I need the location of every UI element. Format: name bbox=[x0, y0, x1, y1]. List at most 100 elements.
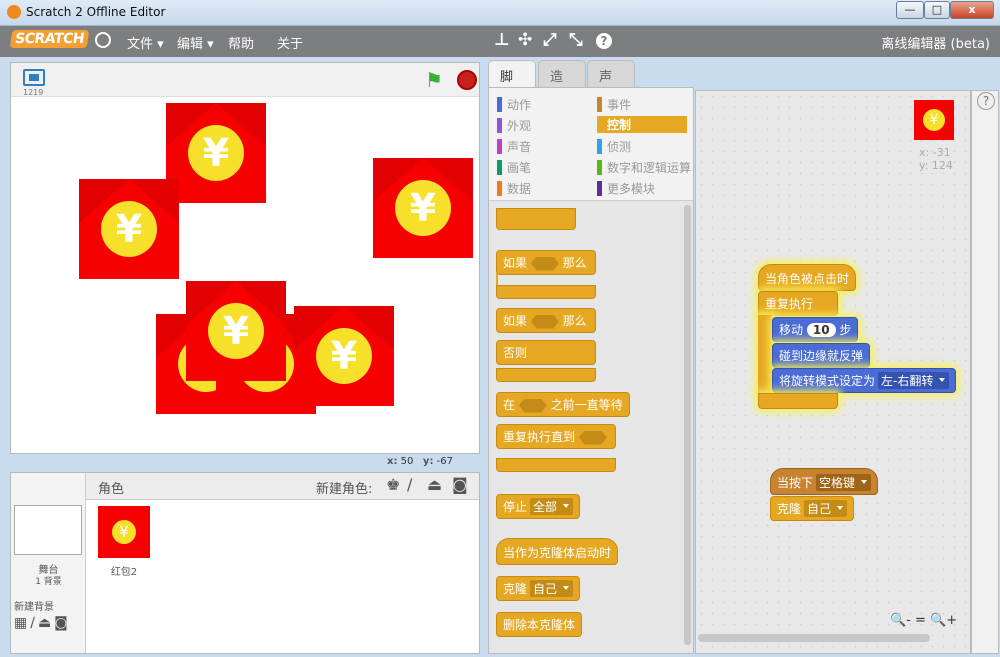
sprite-header-label: 角色 bbox=[98, 482, 125, 497]
minimize-button[interactable]: — bbox=[896, 1, 924, 19]
category-more-blocks[interactable]: 更多模块 bbox=[597, 180, 655, 197]
bounce-on-edge-block[interactable]: 碰到边缘就反弹 bbox=[772, 343, 871, 368]
yuan-coin-icon: ¥ bbox=[208, 303, 264, 359]
zoom-in-icon[interactable]: 🔍+ bbox=[930, 613, 957, 628]
sprite-header: 角色 新建角色: ♚ ∕ ⏏ ◙ bbox=[86, 473, 479, 500]
sprite-library-icon[interactable]: ♚ bbox=[386, 475, 400, 494]
stop-block[interactable]: 停止 全部 bbox=[496, 494, 581, 519]
category-list: 动作 外观 声音 画笔 数据 事件 控制 侦测 数字和逻辑运算 更多模块 bbox=[489, 88, 693, 201]
when-key-pressed-block[interactable]: 当按下 空格键 bbox=[770, 468, 879, 495]
tips-column bbox=[971, 90, 999, 654]
category-sound[interactable]: 声音 bbox=[497, 138, 531, 155]
clone-block[interactable]: 克隆 自己 bbox=[496, 576, 581, 601]
repeat-until-block-bottom[interactable] bbox=[496, 458, 616, 472]
close-button[interactable]: x bbox=[950, 1, 994, 19]
sprite-panel: 舞台 1 背景 新建背景 ▦∕⏏◙ 角色 新建角色: ♚ ∕ ⏏ ◙ ¥ 红包2 bbox=[10, 472, 480, 654]
category-operators[interactable]: 数字和逻辑运算 bbox=[597, 159, 691, 176]
sprite-name: 红包2 bbox=[110, 567, 138, 578]
set-rotation-style-block[interactable]: 将旋转模式设定为 左-右翻转 bbox=[772, 368, 957, 393]
title-bar: Scratch 2 Offline Editor — □ x bbox=[0, 0, 1000, 26]
red-envelope-sprite[interactable]: ¥ bbox=[166, 103, 266, 203]
block-help-icon[interactable]: ? bbox=[596, 33, 612, 49]
menu-edit[interactable]: 编辑 ▾ bbox=[177, 33, 214, 52]
if-then-block-bottom[interactable] bbox=[496, 285, 596, 299]
yuan-coin-icon: ¥ bbox=[112, 520, 136, 544]
paint-brush-icon[interactable]: ∕ bbox=[407, 475, 412, 494]
duplicate-stamp-icon[interactable]: ⊥ bbox=[494, 30, 510, 50]
yuan-coin-icon: ¥ bbox=[188, 125, 244, 181]
if-then-block[interactable]: 如果 那么 bbox=[496, 250, 596, 275]
new-backdrop-label: 新建背景 bbox=[14, 602, 54, 613]
category-motion[interactable]: 动作 bbox=[497, 96, 531, 113]
camera-icon[interactable]: ◙ bbox=[452, 475, 468, 494]
menu-bar: SCRATCH 文件 ▾ 编辑 ▾ 帮助 关于 ⊥ ✣ ⤢ ⤡ ? 离线编辑器 … bbox=[0, 26, 1000, 57]
yuan-coin-icon: ¥ bbox=[923, 109, 945, 131]
red-envelope-sprite[interactable]: ¥ bbox=[79, 179, 179, 279]
green-flag-icon[interactable]: ⚑ bbox=[425, 68, 443, 92]
scripts-scrollbar[interactable] bbox=[698, 634, 930, 642]
category-pen[interactable]: 画笔 bbox=[497, 159, 531, 176]
red-envelope-sprite[interactable]: ¥ bbox=[186, 281, 286, 381]
stage-toolbar: 1219 ⚑ bbox=[11, 63, 479, 97]
yuan-coin-icon: ¥ bbox=[316, 328, 372, 384]
stage-canvas[interactable]: ¥ ¥ ¥ ¥ ¥ ¥ ¥ bbox=[11, 97, 479, 453]
category-events[interactable]: 事件 bbox=[597, 96, 631, 113]
menu-file[interactable]: 文件 ▾ bbox=[127, 33, 164, 52]
sprite-thumbnail[interactable]: ¥ bbox=[98, 506, 150, 558]
repeat-until-block[interactable]: 重复执行直到 bbox=[496, 424, 616, 449]
when-clone-starts-block[interactable]: 当作为克隆体启动时 bbox=[496, 538, 619, 565]
cut-scissors-icon[interactable]: ✣ bbox=[518, 30, 532, 50]
else-label[interactable]: 否则 bbox=[496, 340, 596, 365]
tab-sounds[interactable]: 声音 bbox=[587, 60, 635, 104]
yuan-coin-icon: ¥ bbox=[395, 180, 451, 236]
wait-until-block[interactable]: 在 之前一直等待 bbox=[496, 392, 630, 417]
grow-icon[interactable]: ⤢ bbox=[543, 30, 557, 50]
zoom-controls: 🔍- = 🔍+ bbox=[890, 613, 957, 631]
delete-clone-block[interactable]: 删除本克隆体 bbox=[496, 612, 583, 637]
tab-costumes[interactable]: 造型 bbox=[538, 60, 586, 104]
clone-block[interactable]: 克隆 自己 bbox=[770, 496, 855, 521]
presentation-mode-icon[interactable] bbox=[23, 69, 45, 86]
zoom-out-icon[interactable]: 🔍- bbox=[890, 613, 911, 628]
stage-thumbnail[interactable] bbox=[14, 505, 82, 555]
forever-block[interactable]: 重复执行 bbox=[758, 291, 838, 316]
version-label: 1219 bbox=[23, 88, 44, 97]
scratch-logo[interactable]: SCRATCH bbox=[9, 30, 90, 48]
upload-icon[interactable]: ⏏ bbox=[427, 475, 442, 494]
globe-icon[interactable] bbox=[95, 32, 111, 48]
mouse-coordinates: x: 50 y: -67 bbox=[387, 456, 453, 467]
menu-help[interactable]: 帮助 bbox=[228, 33, 254, 52]
category-control[interactable]: 控制 bbox=[597, 116, 687, 133]
palette-scrollbar[interactable] bbox=[684, 205, 691, 645]
stop-sign-icon[interactable] bbox=[457, 70, 477, 90]
current-sprite-thumbnail: ¥ bbox=[914, 100, 954, 140]
forever-block-bottom[interactable] bbox=[758, 393, 838, 409]
new-backdrop-tools[interactable]: ▦∕⏏◙ bbox=[14, 615, 71, 631]
edition-label: 离线编辑器 (beta) bbox=[881, 37, 990, 52]
maximize-button[interactable]: □ bbox=[924, 1, 950, 19]
yuan-coin-icon: ¥ bbox=[101, 201, 157, 257]
menu-about[interactable]: 关于 bbox=[277, 33, 303, 52]
scratch-cat-icon bbox=[7, 5, 21, 19]
red-envelope-sprite[interactable]: ¥ bbox=[373, 158, 473, 258]
sprite-x: x: -31 bbox=[919, 146, 951, 159]
move-steps-block[interactable]: 移动 10 步 bbox=[772, 317, 859, 342]
tab-scripts[interactable]: 脚本 bbox=[488, 60, 536, 104]
category-looks[interactable]: 外观 bbox=[497, 117, 531, 134]
if-else-block-bottom[interactable] bbox=[496, 368, 596, 382]
sprite-y: y: 124 bbox=[919, 159, 953, 172]
stage-column: 舞台 1 背景 新建背景 ▦∕⏏◙ bbox=[11, 473, 86, 653]
forever-block-bottom[interactable] bbox=[496, 208, 576, 230]
stage-backdrop-count: 1 背景 bbox=[35, 577, 62, 587]
when-sprite-clicked-block[interactable]: 当角色被点击时 bbox=[758, 264, 857, 291]
tips-help-icon[interactable]: ? bbox=[977, 92, 995, 110]
red-envelope-sprite[interactable]: ¥ bbox=[294, 306, 394, 406]
category-data[interactable]: 数据 bbox=[497, 180, 531, 197]
category-sensing[interactable]: 侦测 bbox=[597, 138, 631, 155]
if-else-block[interactable]: 如果 那么 bbox=[496, 308, 596, 333]
new-sprite-label: 新建角色: bbox=[316, 482, 373, 497]
shrink-icon[interactable]: ⤡ bbox=[569, 30, 583, 50]
zoom-reset-icon[interactable]: = bbox=[915, 613, 926, 628]
stage-panel: 1219 ⚑ ¥ ¥ ¥ ¥ ¥ ¥ ¥ bbox=[10, 62, 480, 454]
window-title: Scratch 2 Offline Editor bbox=[26, 5, 166, 19]
